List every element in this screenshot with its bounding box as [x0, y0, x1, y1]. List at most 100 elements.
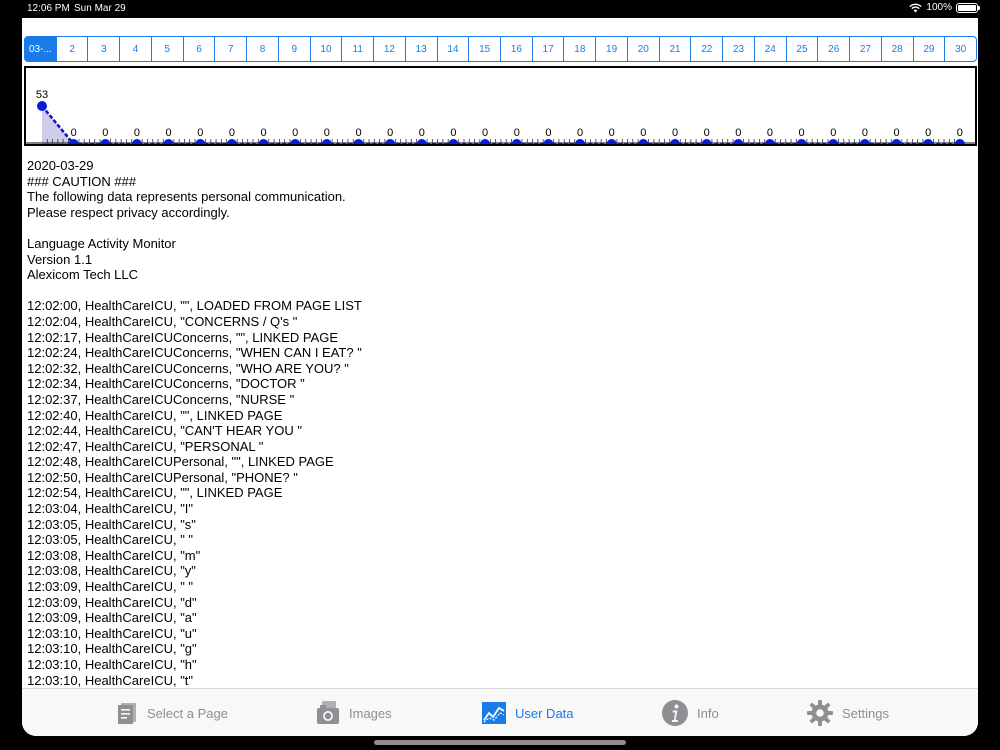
- date-segment[interactable]: 6: [184, 37, 216, 61]
- date-segment[interactable]: 14: [438, 37, 470, 61]
- log-line: 12:02:04, HealthCareICU, "CONCERNS / Q's…: [27, 313, 298, 329]
- date-segment[interactable]: 9: [279, 37, 311, 61]
- tab-label: Settings: [842, 705, 889, 721]
- data-point: [733, 139, 744, 144]
- date-segment[interactable]: 16: [501, 37, 533, 61]
- info-icon: [662, 700, 688, 726]
- data-point: [954, 139, 965, 144]
- date-segment[interactable]: 28: [882, 37, 914, 61]
- data-point: [416, 139, 427, 144]
- date-segment[interactable]: 30: [945, 37, 976, 61]
- tab-label: User Data: [515, 705, 574, 721]
- data-point: [859, 139, 870, 144]
- log-line: 12:02:00, HealthCareICU, "", LOADED FROM…: [27, 298, 362, 314]
- tab-info[interactable]: Info: [661, 699, 719, 727]
- tab-user-data[interactable]: User Data: [481, 699, 574, 727]
- log-line: 12:02:40, HealthCareICU, "", LINKED PAGE: [27, 407, 283, 423]
- data-label: 0: [450, 127, 456, 139]
- log-line: 12:03:09, HealthCareICU, " ": [27, 579, 194, 595]
- tab-select-a-page[interactable]: Select a Page: [115, 699, 228, 727]
- date-segment[interactable]: 13: [406, 37, 438, 61]
- data-label: 0: [640, 127, 646, 139]
- date-segment[interactable]: 29: [914, 37, 946, 61]
- log-line: 12:03:04, HealthCareICU, "I": [27, 501, 194, 517]
- data-label: 0: [514, 127, 520, 139]
- date-segment[interactable]: 5: [152, 37, 184, 61]
- log-line: Language Activity Monitor: [27, 235, 176, 251]
- date-segment[interactable]: 25: [787, 37, 819, 61]
- home-indicator[interactable]: [374, 740, 626, 745]
- date-segment[interactable]: 27: [850, 37, 882, 61]
- data-point: [670, 139, 680, 144]
- date-segment[interactable]: 7: [215, 37, 248, 61]
- activity-log[interactable]: 2020-03-29 ### CAUTION ### The following d…: [27, 158, 967, 688]
- log-line: 12:03:10, HealthCareICU, "u": [27, 625, 197, 641]
- log-line: 12:03:08, HealthCareICU, "y": [27, 563, 196, 579]
- data-point: [163, 139, 174, 144]
- log-line: 12:02:17, HealthCareICUConcerns, "", LIN…: [27, 329, 339, 345]
- tab-label: Info: [697, 705, 719, 721]
- activity-chart: 53 0 0 0 0 0 0 0 0 0 0 0 0 0 0 0 0 0 0 0 0 0 0 0 0 0 0 0 0 0: [24, 66, 977, 146]
- date-segment[interactable]: 26: [818, 37, 851, 61]
- data-label: 0: [166, 127, 172, 139]
- data-label: 0: [355, 127, 361, 139]
- data-point: [480, 139, 491, 144]
- data-label: 0: [577, 127, 583, 139]
- date-segment[interactable]: 12: [374, 37, 406, 61]
- log-line: Alexicom Tech LLC: [27, 267, 139, 283]
- date-segment[interactable]: 4: [120, 37, 152, 61]
- date-segment[interactable]: 15: [469, 37, 502, 61]
- data-label: 0: [862, 127, 868, 139]
- date-segment[interactable]: 21: [660, 37, 692, 61]
- data-point: [290, 139, 301, 144]
- status-right: 100%: [909, 2, 980, 13]
- data-label: 0: [387, 127, 393, 139]
- date-segment[interactable]: 22: [691, 37, 724, 61]
- data-point: [385, 139, 396, 144]
- log-line: 12:03:09, HealthCareICU, "a": [27, 610, 197, 626]
- data-label: 0: [799, 127, 805, 139]
- tab-settings[interactable]: Settings: [806, 699, 889, 727]
- series-line: [41, 105, 960, 144]
- data-label: 53: [36, 89, 48, 101]
- wifi-icon: [909, 3, 923, 12]
- date-segment[interactable]: 03-...: [25, 37, 57, 61]
- data-point: [764, 139, 775, 144]
- date-segmented-control: 03-... 2 3 4 5 6 7 8 9 10 11 12 13 14 15 16 17 18 19 20 21 22…: [24, 36, 977, 62]
- date-segment[interactable]: 2: [57, 37, 89, 61]
- data-point: [37, 101, 47, 111]
- date-segment[interactable]: 20: [628, 37, 660, 61]
- data-label: 0: [957, 127, 963, 139]
- date-segment[interactable]: 23: [723, 37, 755, 61]
- app-screen: 03-... 2 3 4 5 6 7 8 9 10 11 12 13 14 15 16 17 18 19 20 21 22…: [22, 18, 978, 736]
- date-segment[interactable]: 24: [755, 37, 787, 61]
- date-segment[interactable]: 3: [88, 37, 121, 61]
- data-label: 0: [704, 127, 710, 139]
- log-line: 12:02:48, HealthCareICUPersonal, "", LIN…: [27, 454, 334, 470]
- data-point: [258, 139, 269, 144]
- data-point: [638, 139, 649, 144]
- date-segment[interactable]: 17: [533, 37, 565, 61]
- data-label: 0: [71, 127, 77, 139]
- data-point: [353, 139, 364, 144]
- date-segment[interactable]: 19: [596, 37, 628, 61]
- log-line: Please respect privacy accordingly.: [27, 204, 230, 220]
- data-label: 0: [482, 127, 488, 139]
- date-segment[interactable]: 11: [342, 37, 375, 61]
- log-line: 12:03:10, HealthCareICU, "g": [27, 641, 197, 657]
- activity-chart-svg: 53 0 0 0 0 0 0 0 0 0 0 0 0 0 0 0 0 0 0 0 0 0 0 0 0 0 0 0 0 0: [26, 89, 975, 144]
- date-segment[interactable]: 18: [564, 37, 597, 61]
- status-time: 12:06 PM: [27, 3, 70, 14]
- log-line: 12:03:05, HealthCareICU, " ": [27, 532, 194, 548]
- data-label: 0: [260, 127, 266, 139]
- data-label: 0: [672, 127, 678, 139]
- series-area: [42, 106, 960, 144]
- data-point: [448, 139, 459, 144]
- tab-bar: Select a Page Images User Data Info Sett…: [22, 688, 978, 736]
- date-segment[interactable]: 10: [311, 37, 343, 61]
- battery-percent: 100%: [926, 2, 952, 13]
- tab-images[interactable]: Images: [315, 699, 392, 727]
- data-point: [891, 139, 902, 144]
- date-segment[interactable]: 8: [247, 37, 279, 61]
